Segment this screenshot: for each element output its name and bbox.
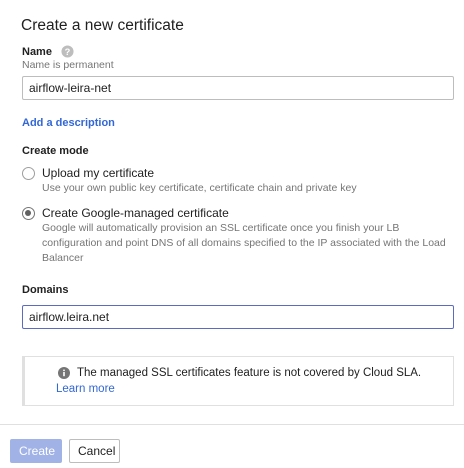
info-text: The managed SSL certificates feature is …: [77, 367, 422, 379]
domains-label: Domains: [22, 284, 69, 296]
divider: [0, 424, 464, 425]
name-label: Name: [22, 45, 52, 58]
create-button[interactable]: Create: [10, 439, 62, 463]
cancel-button[interactable]: Cancel: [69, 439, 120, 463]
domains-input[interactable]: [22, 305, 454, 329]
name-label-row: Name ?: [22, 45, 74, 58]
learn-more-link[interactable]: Learn more: [56, 383, 115, 395]
name-input[interactable]: [22, 76, 454, 100]
upload-radio[interactable]: [22, 167, 35, 180]
name-hint: Name is permanent: [22, 59, 114, 71]
page-title: Create a new certificate: [21, 17, 184, 34]
google-managed-option-title: Create Google-managed certificate: [42, 206, 229, 220]
mode-option-upload[interactable]: Upload my certificate Use your own publi…: [22, 166, 452, 196]
info-icon: [58, 367, 70, 379]
google-managed-radio[interactable]: [22, 207, 35, 220]
create-mode-label: Create mode: [22, 145, 89, 157]
google-managed-option-description: Google will automatically provision an S…: [42, 222, 446, 264]
mode-option-google-managed[interactable]: Create Google-managed certificate Google…: [22, 206, 452, 266]
add-description-link[interactable]: Add a description: [22, 117, 115, 129]
svg-text:?: ?: [65, 47, 71, 57]
help-icon[interactable]: ?: [61, 45, 74, 58]
info-notice: The managed SSL certificates feature is …: [22, 356, 454, 406]
upload-option-title: Upload my certificate: [42, 166, 155, 180]
upload-option-description: Use your own public key certificate, cer…: [42, 182, 357, 194]
create-certificate-dialog: Create a new certificate Name ? Name is …: [0, 0, 464, 468]
